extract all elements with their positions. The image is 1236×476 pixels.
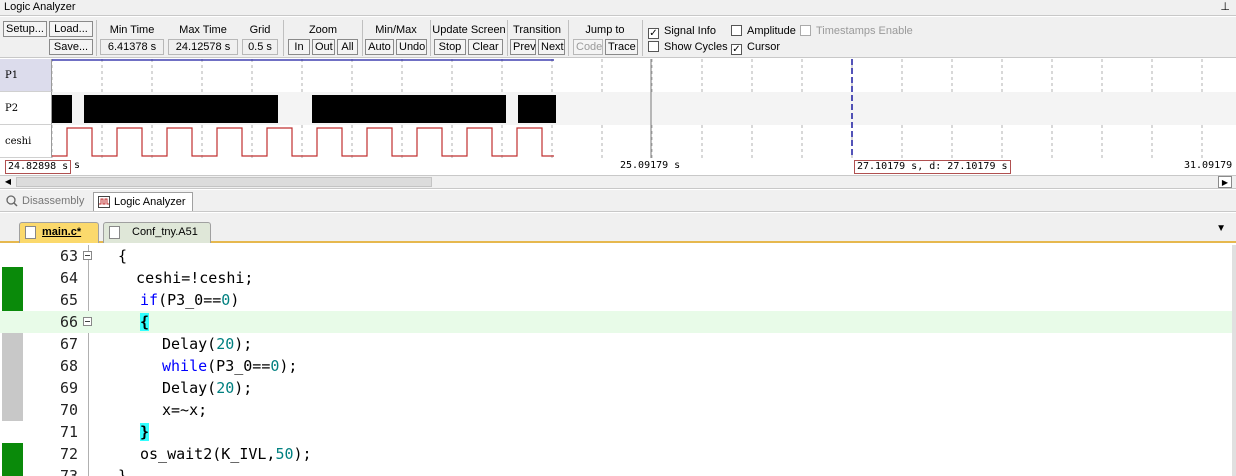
code-line[interactable]: 73 }	[0, 465, 1232, 476]
jump-trace-button[interactable]: Trace	[605, 39, 638, 55]
update-stop-button[interactable]: Stop	[434, 39, 466, 55]
code-line[interactable]: 67 Delay(20);	[0, 333, 1232, 355]
p2-bus-segment	[52, 95, 72, 123]
separator	[568, 20, 569, 56]
p2-bus-segment	[518, 95, 556, 123]
scroll-left-icon[interactable]: ◀	[1, 176, 15, 188]
max-time-label: Max Time	[179, 24, 227, 36]
cursor-time-readout: 27.10179 s, d: 27.10179 s	[854, 160, 1011, 174]
waveform-area[interactable]: P1 P2 ceshi	[0, 59, 1236, 158]
grid-value: 0.5 s	[242, 39, 278, 55]
code-line[interactable]: 69 Delay(20);	[0, 377, 1232, 399]
minmax-undo-button[interactable]: Undo	[396, 39, 427, 55]
transition-label: Transition	[513, 24, 561, 36]
code-editor[interactable]: 63 { 64 ceshi=!ceshi; 65 if(P3_0==0) 66 …	[0, 245, 1236, 476]
tab-disassembly[interactable]: Disassembly	[2, 192, 90, 211]
panel-tabs: Disassembly Logic Analyzer	[0, 190, 1236, 212]
jump-code-button[interactable]: Code	[573, 39, 603, 55]
amplitude-checkbox[interactable]: Amplitude	[731, 25, 796, 37]
code-line[interactable]: 72 os_wait2(K_IVL,50);	[0, 443, 1232, 465]
tab-conf-tny-a51[interactable]: Conf_tny.A51	[103, 222, 211, 243]
separator	[283, 20, 284, 56]
update-screen-label: Update Screen	[432, 24, 506, 36]
coverage-marker	[2, 399, 23, 421]
coverage-marker	[2, 355, 23, 377]
coverage-marker	[2, 443, 23, 465]
tab-list-dropdown-icon[interactable]: ▼	[1216, 223, 1226, 234]
scroll-right-icon[interactable]: ▶	[1218, 176, 1232, 188]
coverage-marker	[2, 333, 23, 355]
coverage-marker	[2, 465, 23, 476]
right-time-readout: 31.09179	[1184, 160, 1233, 171]
code-line-current[interactable]: 66 {	[0, 311, 1232, 333]
setup-button[interactable]: Setup...	[3, 21, 47, 37]
zoom-label: Zoom	[308, 24, 338, 36]
transition-prev-button[interactable]: Prev	[510, 39, 536, 55]
signal-label-ceshi[interactable]: ceshi	[0, 125, 52, 158]
logic-analyzer-toolbar: Setup... Load... Save... Min Time 6.4137…	[0, 17, 1236, 58]
waveform-canvas[interactable]	[52, 59, 1236, 158]
code-line[interactable]: 64 ceshi=!ceshi;	[0, 267, 1232, 289]
code-line[interactable]: 63 {	[0, 245, 1232, 267]
window-title: Logic Analyzer	[4, 1, 76, 13]
zoom-out-button[interactable]: Out	[312, 39, 335, 55]
load-button[interactable]: Load...	[49, 21, 93, 37]
grid-label: Grid	[249, 24, 271, 36]
show-cycles-checkbox[interactable]: Show Cycles	[648, 41, 728, 53]
editor-tabs: main.c* Conf_tny.A51 ▼	[0, 213, 1236, 243]
file-icon	[109, 226, 120, 239]
coverage-marker	[2, 267, 23, 289]
separator	[96, 20, 97, 56]
minmax-label: Min/Max	[375, 24, 417, 36]
disassembly-icon	[6, 195, 18, 207]
min-time-label: Min Time	[109, 24, 155, 36]
transition-next-button[interactable]: Next	[538, 39, 565, 55]
signal-info-checkbox[interactable]: ✓ Signal Info	[648, 25, 716, 39]
separator	[642, 20, 643, 56]
separator	[362, 20, 363, 56]
code-line[interactable]: 65 if(P3_0==0)	[0, 289, 1232, 311]
logic-analyzer-icon	[98, 196, 110, 208]
check-icon: ✓	[731, 44, 742, 55]
cursor-checkbox[interactable]: ✓ Cursor	[731, 41, 780, 55]
fold-toggle-icon[interactable]	[83, 317, 92, 326]
mid-time-readout: 25.09179 s	[620, 160, 681, 171]
scrollbar-thumb[interactable]	[16, 177, 432, 187]
coverage-marker	[2, 377, 23, 399]
pin-icon[interactable]: ⊥	[1220, 0, 1230, 13]
separator	[430, 20, 431, 56]
separator	[507, 20, 508, 56]
p2-bus-segment	[312, 95, 506, 123]
p2-bus-segment	[84, 95, 278, 123]
jump-to-label: Jump to	[585, 24, 625, 36]
title-bar: Logic Analyzer ⊥	[0, 0, 1236, 16]
minmax-auto-button[interactable]: Auto	[365, 39, 394, 55]
tab-main-c[interactable]: main.c*	[19, 222, 99, 243]
horizontal-scrollbar[interactable]: ◀ ▶	[0, 175, 1236, 189]
signal-label-p1[interactable]: P1	[0, 59, 52, 92]
code-line[interactable]: 70 x=~x;	[0, 399, 1232, 421]
tab-logic-analyzer[interactable]: Logic Analyzer	[93, 192, 193, 211]
update-clear-button[interactable]: Clear	[468, 39, 503, 55]
left-time-readout: 24.82898 s	[5, 160, 72, 174]
left-time-suffix: s	[74, 160, 81, 171]
zoom-all-button[interactable]: All	[337, 39, 358, 55]
timestamps-enable-checkbox[interactable]: Timestamps Enable	[800, 25, 913, 37]
time-axis: 24.82898 s s 25.09179 s 27.10179 s, d: 2…	[0, 159, 1236, 175]
file-icon	[25, 226, 36, 239]
save-button[interactable]: Save...	[49, 39, 93, 55]
code-line[interactable]: 71 }	[0, 421, 1232, 443]
min-time-value: 6.41378 s	[100, 39, 164, 55]
vertical-scrollbar[interactable]	[1232, 245, 1236, 476]
code-line[interactable]: 68 while(P3_0==0);	[0, 355, 1232, 377]
check-icon: ✓	[648, 28, 659, 39]
signal-label-p2[interactable]: P2	[0, 92, 52, 125]
ceshi-trace	[52, 127, 554, 157]
coverage-marker	[2, 289, 23, 311]
zoom-in-button[interactable]: In	[288, 39, 310, 55]
fold-toggle-icon[interactable]	[83, 251, 92, 260]
max-time-value: 24.12578 s	[168, 39, 238, 55]
